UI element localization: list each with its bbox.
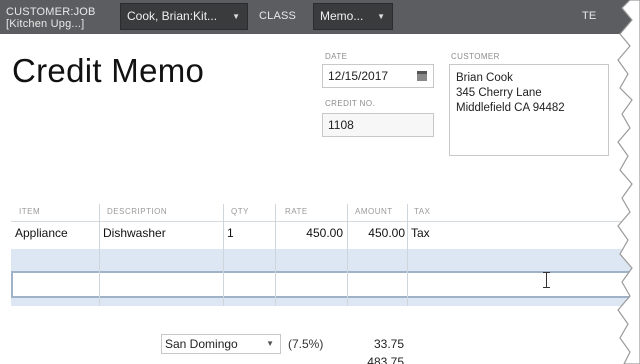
column-header-item[interactable]: ITEM	[19, 207, 40, 216]
chevron-down-icon: ▼	[377, 12, 385, 21]
cell-rate[interactable]: 450.00	[279, 226, 343, 240]
address-line: Brian Cook	[456, 72, 513, 84]
class-value: Memo...	[320, 9, 364, 23]
tax-amount: 33.75	[373, 337, 404, 351]
table-row[interactable]	[11, 298, 631, 306]
column-divider	[347, 204, 348, 306]
customer-job-value: Cook, Brian:Kit...	[127, 9, 218, 23]
table-row[interactable]	[11, 249, 631, 271]
date-label: DATE	[325, 52, 348, 61]
class-dropdown[interactable]: Memo... ▼	[313, 3, 393, 30]
cell-description[interactable]: Dishwasher	[103, 226, 166, 240]
customer-job-dropdown[interactable]: Cook, Brian:Kit... ▼	[120, 3, 248, 30]
line-items-table: ITEM DESCRIPTION QTY RATE AMOUNT TAX App…	[11, 204, 631, 306]
torn-edge	[617, 0, 640, 364]
class-label: CLASS	[259, 10, 297, 22]
text-cursor-icon	[543, 272, 550, 288]
column-header-amount[interactable]: AMOUNT	[355, 207, 393, 216]
table-header: ITEM DESCRIPTION QTY RATE AMOUNT TAX	[11, 204, 631, 221]
page-title: Credit Memo	[12, 52, 205, 89]
address-line: 345 Cherry Lane	[456, 87, 542, 99]
date-value: 12/15/2017	[328, 69, 389, 83]
column-divider	[407, 204, 408, 306]
calendar-icon[interactable]	[417, 71, 427, 81]
credit-no-field[interactable]: 1108	[322, 113, 434, 137]
column-divider	[99, 204, 100, 306]
cell-qty[interactable]: 1	[227, 226, 234, 240]
column-header-qty[interactable]: QTY	[231, 207, 249, 216]
customer-address-label: CUSTOMER	[451, 52, 500, 61]
tax-rate: (7.5%)	[288, 337, 324, 351]
column-header-rate[interactable]: RATE	[285, 207, 308, 216]
table-row-active[interactable]	[11, 271, 631, 298]
chevron-down-icon: ▼	[266, 339, 274, 348]
address-line: Middlefield CA 94482	[456, 102, 565, 114]
cell-tax[interactable]: Tax	[411, 226, 430, 240]
column-divider	[223, 204, 224, 306]
date-field[interactable]: 12/15/2017	[322, 64, 434, 88]
total-amount: 483.75	[367, 355, 404, 364]
chevron-down-icon: ▼	[232, 12, 240, 21]
cell-amount[interactable]: 450.00	[349, 226, 405, 240]
tax-item-dropdown[interactable]: San Domingo ▼	[161, 334, 281, 354]
column-header-tax[interactable]: TAX	[414, 207, 430, 216]
column-header-description[interactable]: DESCRIPTION	[107, 207, 167, 216]
cell-item[interactable]: Appliance	[15, 226, 68, 240]
column-divider	[275, 204, 276, 306]
customer-job-label: CUSTOMER:JOB [Kitchen Upg...]	[6, 6, 96, 30]
customer-address-field[interactable]: Brian Cook 345 Cherry Lane Middlefield C…	[449, 64, 609, 156]
tax-item-value: San Domingo	[165, 337, 238, 351]
credit-no-label: CREDIT NO.	[325, 99, 376, 108]
transaction-toolbar: CUSTOMER:JOB [Kitchen Upg...] Cook, Bria…	[0, 0, 640, 34]
